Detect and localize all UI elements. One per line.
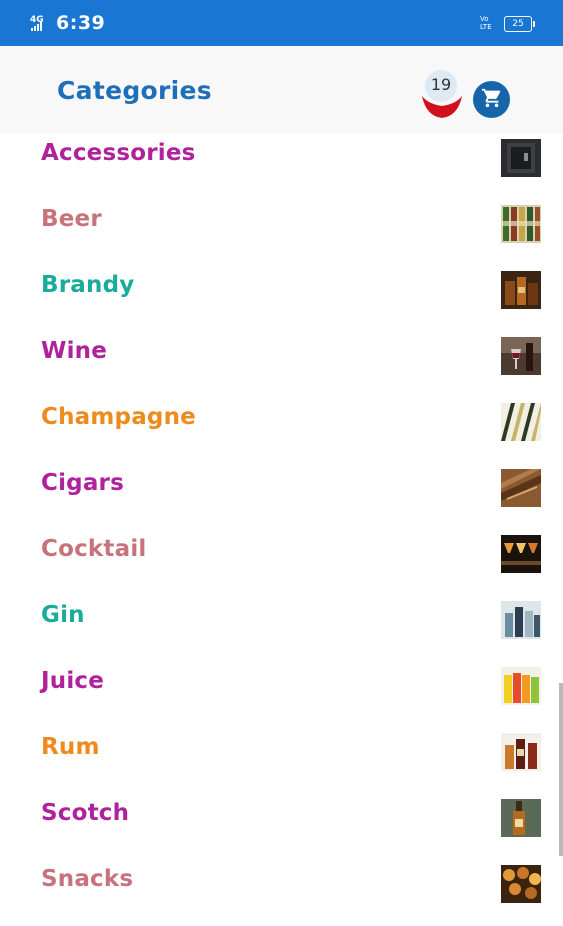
beer-thumbnail <box>501 205 541 243</box>
notification-button[interactable]: 19 <box>418 70 466 120</box>
rum-thumbnail <box>501 733 541 771</box>
scrollbar[interactable] <box>559 683 563 856</box>
gin-thumbnail <box>501 601 541 639</box>
mobile-signal-icon: 4G <box>30 13 48 33</box>
category-item-gin[interactable]: Gin <box>0 596 563 662</box>
category-label: Juice <box>41 668 105 694</box>
snacks-thumbnail <box>501 865 541 903</box>
status-bar: 4G 6:39 Vo LTE 25 <box>0 0 563 46</box>
cocktail-thumbnail <box>501 535 541 573</box>
cart-button[interactable] <box>473 81 510 118</box>
wine-thumbnail <box>501 337 541 375</box>
category-label: Brandy <box>41 272 135 298</box>
notification-count-badge: 19 <box>425 70 457 102</box>
scotch-thumbnail <box>501 799 541 837</box>
category-label: Gin <box>41 602 85 628</box>
category-label: Accessories <box>41 140 196 166</box>
svg-text:Vo: Vo <box>480 15 489 23</box>
category-label: Cigars <box>41 470 124 496</box>
battery-level: 25 <box>504 16 532 32</box>
juice-thumbnail <box>501 667 541 705</box>
champagne-thumbnail <box>501 403 541 441</box>
category-label: Cocktail <box>41 536 147 562</box>
cigars-thumbnail <box>501 469 541 507</box>
category-item-champagne[interactable]: Champagne <box>0 398 563 464</box>
status-left: 4G 6:39 <box>30 12 105 34</box>
category-item-accessories[interactable]: Accessories <box>0 134 563 200</box>
shopping-cart-icon <box>481 87 503 113</box>
category-label: Beer <box>41 206 102 232</box>
battery-tip <box>533 21 535 27</box>
status-right: Vo LTE 25 <box>480 13 535 35</box>
category-item-juice[interactable]: Juice <box>0 662 563 728</box>
category-label: Rum <box>41 734 100 760</box>
category-item-scotch[interactable]: Scotch <box>0 794 563 860</box>
category-item-snacks[interactable]: Snacks <box>0 860 563 926</box>
category-item-cigars[interactable]: Cigars <box>0 464 563 530</box>
category-item-rum[interactable]: Rum <box>0 728 563 794</box>
page-title: Categories <box>57 76 212 105</box>
brandy-thumbnail <box>501 271 541 309</box>
category-label: Champagne <box>41 404 196 430</box>
category-label: Wine <box>41 338 108 364</box>
battery-icon: 25 <box>504 16 535 32</box>
category-label: Snacks <box>41 866 134 892</box>
category-item-cocktail[interactable]: Cocktail <box>0 530 563 596</box>
category-label: Scotch <box>41 800 130 826</box>
volte-icon: Vo LTE <box>480 13 494 35</box>
accessories-thumbnail <box>501 139 541 177</box>
category-list: Accessories Beer Brandy Wine Champagne C… <box>0 134 563 926</box>
category-item-beer[interactable]: Beer <box>0 200 563 266</box>
clock-time: 6:39 <box>56 12 106 34</box>
app-bar: Categories 19 <box>0 46 563 134</box>
svg-text:LTE: LTE <box>480 23 492 31</box>
category-item-brandy[interactable]: Brandy <box>0 266 563 332</box>
category-item-wine[interactable]: Wine <box>0 332 563 398</box>
